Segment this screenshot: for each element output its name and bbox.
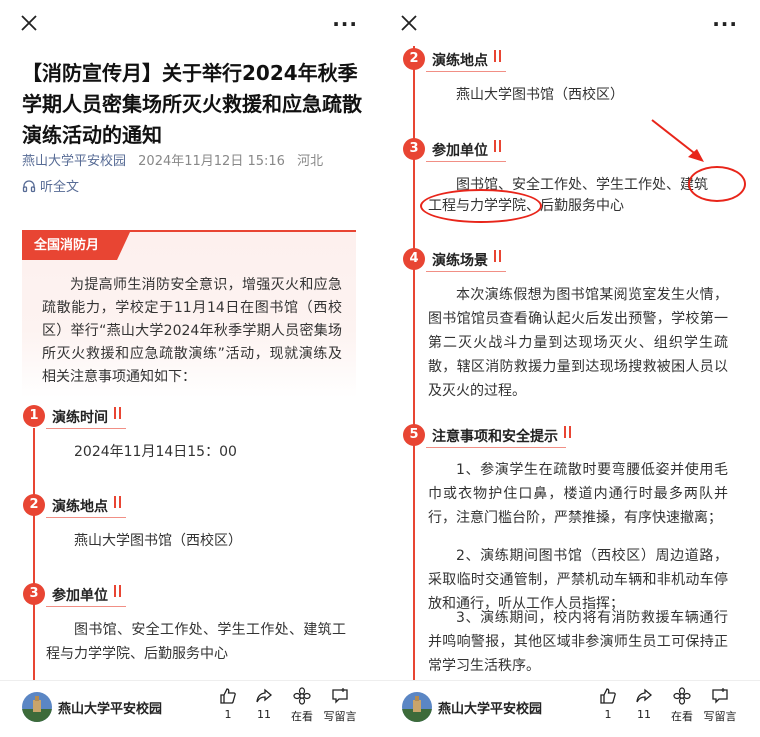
publish-location: 河北 [297,154,324,169]
bottom-account-name[interactable]: 燕山大学平安校园 [58,698,162,717]
section-body: 燕山大学图书馆（西校区） [74,533,242,549]
comment-label: 写留言 [703,710,737,723]
title-marks [492,50,504,64]
section-body: 2024年11月14日15：00 [74,444,237,460]
more-icon[interactable]: ··· [712,12,738,36]
bottom-bar: 燕山大学平安校园 1 11 在看 写留言 [380,680,760,737]
section-title-text: 参加单位 [432,143,488,159]
section-underline [426,271,506,272]
title-marks [492,250,504,264]
share-button[interactable]: 11 [624,687,664,721]
section-number: 4 [400,245,426,271]
section-number: 2 [20,491,46,517]
section-title: 演练地点 [52,496,124,516]
like-button[interactable]: 1 [588,687,628,721]
section-title: 演练时间 [52,407,124,427]
timeline-line [33,428,35,688]
section-body: 本次演练假想为图书馆某阅览室发生火情，图书馆馆员查看确认起火后发出预警，学校第一… [428,287,728,399]
section-body: 燕山大学图书馆（西校区） [456,87,624,103]
comment-label: 写留言 [323,710,357,723]
section-underline [46,428,126,429]
section-title: 参加单位 [52,585,124,605]
section-underline [46,606,126,607]
title-marks [112,407,124,421]
section-number: 5 [400,421,426,447]
account-link[interactable]: 燕山大学平安校园 [22,154,126,169]
comment-button[interactable]: 写留言 [320,687,360,724]
like-count: 1 [604,708,612,721]
share-icon [636,688,653,703]
section-title-text: 演练地点 [52,499,108,515]
more-icon[interactable]: ··· [332,12,358,36]
section-underline [426,161,506,162]
account-avatar[interactable] [22,692,52,722]
flower-icon [673,687,691,705]
section-underline [426,447,566,448]
title-marks [562,426,574,440]
title-marks [112,585,124,599]
title-marks [112,496,124,510]
left-screen: ··· 【消防宣传月】关于举行2024年秋季学期人员密集场所灭火救援和应急疏散演… [0,0,380,737]
section-title-text: 注意事项和安全提示 [432,429,558,445]
section-title: 参加单位 [432,140,504,160]
thumbs-up-icon [220,688,236,704]
comment-icon [712,688,728,704]
zaikan-label: 在看 [671,710,693,723]
section-title-text: 演练地点 [432,53,488,69]
close-icon[interactable] [20,14,38,32]
listen-button[interactable]: 听全文 [22,176,79,195]
zaikan-label: 在看 [291,710,313,723]
bottom-account-name[interactable]: 燕山大学平安校园 [438,698,542,717]
section-number: 3 [20,580,46,606]
annotation-circle [420,189,542,223]
fire-month-badge: 全国消防月 [22,232,130,260]
share-count: 11 [257,708,271,721]
zaikan-button[interactable]: 在看 [662,687,702,724]
close-icon[interactable] [400,14,418,32]
bottom-bar: 燕山大学平安校园 1 11 在看 写留言 [0,680,380,737]
top-bar: ··· [0,0,380,46]
zaikan-button[interactable]: 在看 [282,687,322,724]
like-button[interactable]: 1 [208,687,248,721]
section-body: 图书馆、安全工作处、学生工作处、建筑工程与力学学院、后勤服务中心 [46,622,346,662]
section-title-text: 演练场景 [432,253,488,269]
account-avatar[interactable] [402,692,432,722]
title-marks [492,140,504,154]
like-count: 1 [224,708,232,721]
section-title-text: 参加单位 [52,588,108,604]
section-title: 演练场景 [432,250,504,270]
share-button[interactable]: 11 [244,687,284,721]
publish-datetime: 2024年11月12日 15:16 [138,154,285,169]
section-paragraph: 3、演练期间，校内将有消防救援车辆通行并鸣响警报，其他区域非参演师生员工可保持正… [428,610,728,674]
intro-box: 全国消防月 为提高师生消防安全意识，增强灭火和应急疏散能力，学校定于11月14日… [22,230,356,398]
share-count: 11 [637,708,651,721]
section-underline [426,71,506,72]
intro-topline [22,230,356,232]
share-icon [256,688,273,703]
annotation-circle [688,166,746,202]
section-number: 1 [20,402,46,428]
section-number: 2 [400,45,426,71]
right-screen: ··· 2 演练地点 燕山大学图书馆（西校区） 3 参加单位 图书馆、安全工作处… [380,0,760,737]
section-paragraph: 1、参演学生在疏散时要弯腰低姿并使用毛巾或衣物护住口鼻，楼道内通行时最多两队并行… [428,462,728,526]
top-bar: ··· [380,0,760,46]
section-number: 3 [400,135,426,161]
section-title-text: 演练时间 [52,410,108,426]
article-meta: 燕山大学平安校园 2024年11月12日 15:16 河北 [22,150,323,169]
thumbs-up-icon [600,688,616,704]
article-title: 【消防宣传月】关于举行2024年秋季学期人员密集场所灭火救援和应急疏散演练活动的… [22,61,362,147]
annotation-arrow-icon [651,119,704,162]
section-underline [46,517,126,518]
section-title: 演练地点 [432,50,504,70]
intro-text: 为提高师生消防安全意识，增强灭火和应急疏散能力，学校定于11月14日在图书馆（西… [42,277,342,385]
comment-button[interactable]: 写留言 [700,687,740,724]
headphones-icon [22,179,36,192]
flower-icon [293,687,311,705]
comment-icon [332,688,348,704]
section-title: 注意事项和安全提示 [432,426,574,446]
listen-label: 听全文 [40,180,80,195]
